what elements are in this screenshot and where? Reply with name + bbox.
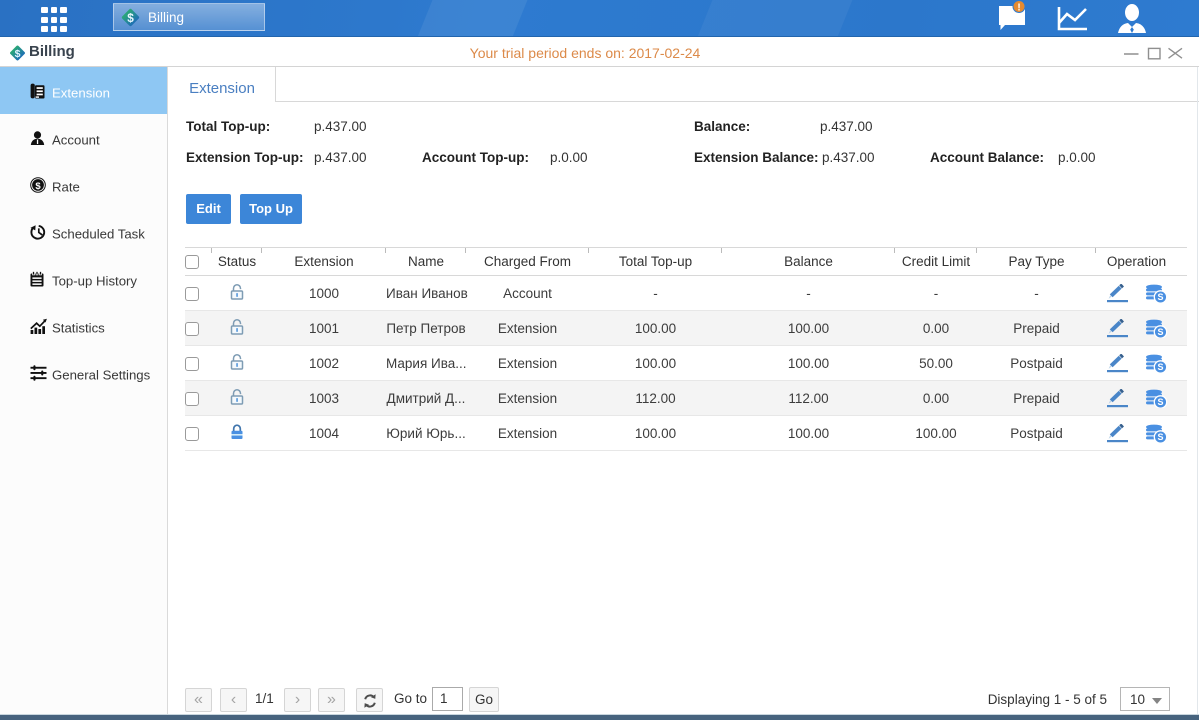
svg-text:$: $ [35,181,41,192]
svg-text:!: ! [1017,3,1020,14]
svg-text:$: $ [127,12,134,25]
